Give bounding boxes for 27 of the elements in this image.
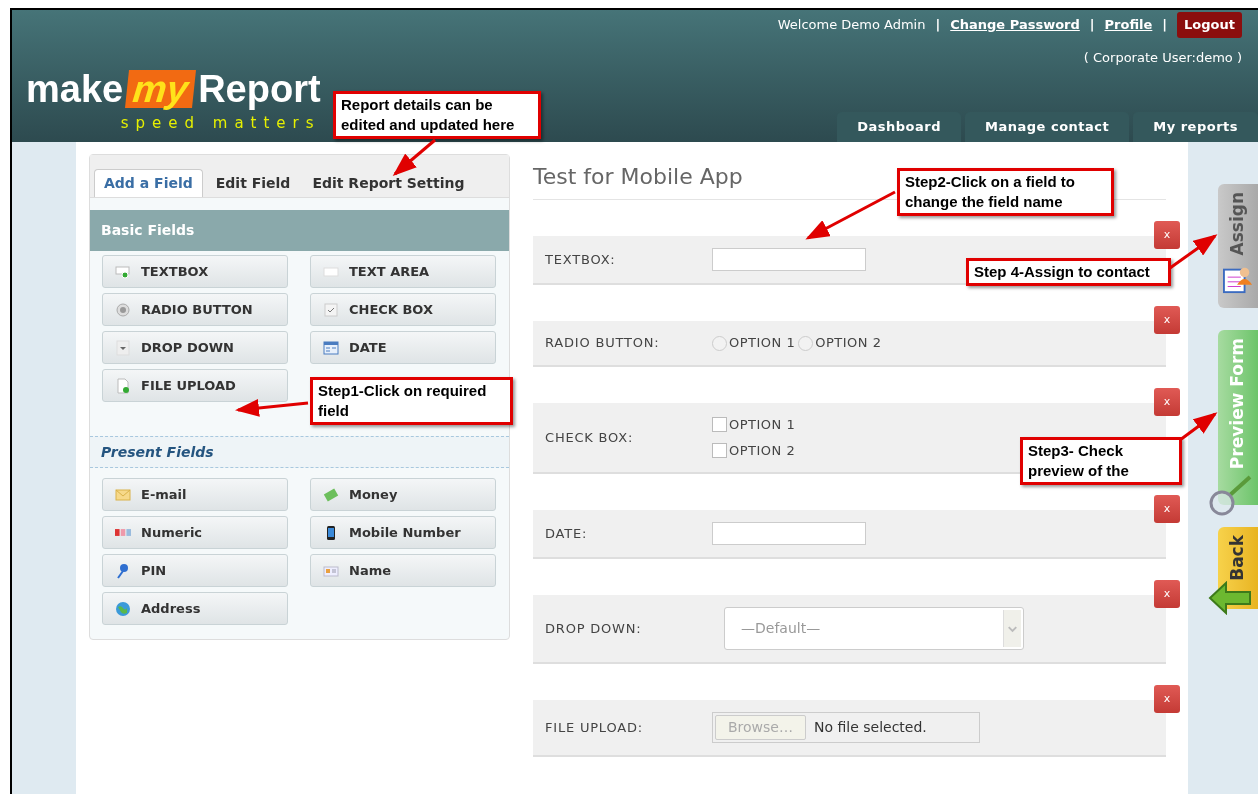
annotation-tooltip: Report details can be edited and updated here (333, 91, 541, 139)
field-label: FILE UPLOAD: (545, 718, 644, 737)
separator: | (1162, 16, 1168, 34)
option-label: OPTION 2 (729, 441, 796, 460)
annotation-tooltip: Step 4-Assign to contact (966, 258, 1171, 286)
option-label: OPTION 1 (729, 416, 796, 434)
field-label: DATE: (545, 524, 589, 543)
separator: | (1089, 16, 1095, 34)
option-label: OPTION 2 (815, 334, 882, 353)
logo-word: make (26, 70, 124, 108)
field-label: CHECK BOX: (545, 428, 635, 447)
logo-tagline: speed matters (120, 113, 321, 134)
annotation-tooltip: Step3- Check preview of the (1020, 437, 1182, 485)
welcome-text: Welcome Demo Admin (777, 16, 926, 34)
field-label: TEXTBOX: (545, 250, 617, 269)
separator: | (935, 16, 941, 34)
annotation-tooltip: Step2-Click on a field to change the field name (897, 168, 1114, 216)
corporate-user: ( Corporate User:demo ) (1083, 48, 1242, 67)
logo-word: Report (198, 70, 321, 108)
annotation-tooltip: Step1-Click on required field (310, 377, 513, 425)
logo-badge: my (125, 70, 197, 108)
option-label: OPTION 1 (729, 334, 796, 353)
section-header: Basic Fields (90, 210, 509, 251)
field-label: RADIO BUTTON: (545, 334, 661, 353)
file-status: No file selected. (814, 718, 927, 737)
field-label: DROP DOWN: (545, 619, 643, 638)
section-header: Present Fields (101, 442, 214, 462)
